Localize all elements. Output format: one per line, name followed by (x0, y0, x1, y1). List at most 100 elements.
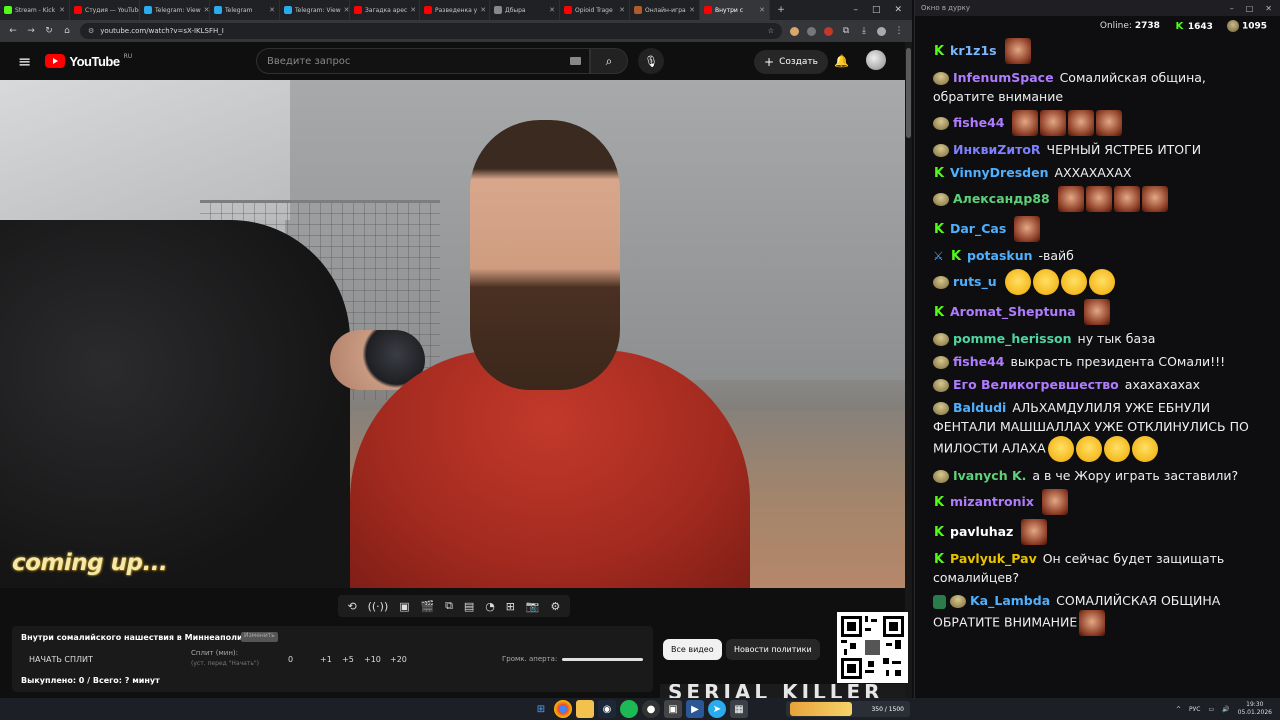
chat-username[interactable]: fishe44 (953, 115, 1004, 130)
browser-tab[interactable]: Студия — YouTube✕ (70, 0, 140, 20)
input-language[interactable]: РУС (1189, 706, 1200, 713)
chat-username[interactable]: Aromat_Sheptuna (950, 304, 1076, 319)
back-icon[interactable]: ← (8, 26, 18, 36)
youtube-logo[interactable]: YouTube RU (45, 53, 132, 69)
chat-username[interactable]: Ivanych K. (953, 468, 1026, 483)
tab-close-icon[interactable]: ✕ (204, 6, 209, 14)
chat-username[interactable]: Dar_Cas (950, 221, 1006, 236)
tray-chevron-icon[interactable]: ^ (1176, 706, 1181, 713)
chat-username[interactable]: Baldudi (953, 400, 1006, 415)
extension-icon[interactable] (824, 26, 833, 36)
chat-username[interactable]: Александр88 (953, 191, 1050, 206)
browser-tab[interactable]: Opioid Trage ✕ (560, 0, 630, 20)
browser-tab[interactable]: Дбыра ✕ (490, 0, 560, 20)
voice-search-button[interactable]: 🎙 (638, 48, 664, 74)
start-split-button[interactable]: НАЧАТЬ СПЛИТ (29, 655, 93, 664)
video-player[interactable]: coming up... (0, 80, 905, 588)
clock[interactable]: 19:30 05.01.2026 (1238, 701, 1272, 717)
reload-icon[interactable]: ↻ (44, 26, 54, 36)
browser-tab[interactable]: Telegram: View ✕ (280, 0, 350, 20)
file-explorer-icon[interactable] (576, 700, 594, 718)
chat-username[interactable]: Его Великогревшество (953, 377, 1119, 392)
page-scrollbar[interactable] (905, 42, 912, 698)
maximize-icon[interactable]: □ (872, 5, 881, 15)
media-player-icon[interactable]: ▶ (686, 700, 704, 718)
tab-close-icon[interactable]: ✕ (480, 6, 486, 14)
volume-icon[interactable]: 🔊 (1222, 706, 1229, 713)
tab-close-icon[interactable]: ✕ (689, 6, 695, 14)
telegram-icon[interactable]: ➤ (708, 700, 726, 718)
steam-icon[interactable]: ◉ (598, 700, 616, 718)
video-thumbnail[interactable]: SERIAL KILLER (660, 684, 905, 698)
search-input[interactable]: Введите запрос (256, 48, 590, 74)
chat-username[interactable]: Pavlyuk_Pav (950, 551, 1037, 566)
chat-username[interactable]: fishe44 (953, 354, 1004, 369)
bookmark-star-icon[interactable]: ☆ (768, 27, 774, 35)
camera-icon[interactable]: 📷 (526, 600, 540, 613)
chat-username[interactable]: VinnyDresden (950, 165, 1048, 180)
increment-button[interactable]: +1 (320, 655, 332, 664)
gear-icon[interactable]: ⚙ (551, 600, 561, 613)
browser-tab[interactable]: Разведенка у ✕ (420, 0, 490, 20)
increment-button[interactable]: +10 (364, 655, 381, 664)
new-tab-icon[interactable]: + (776, 5, 786, 15)
filmstrip-icon[interactable]: ▤ (464, 600, 474, 613)
keyboard-icon[interactable] (570, 57, 581, 65)
chat-username[interactable]: mizantronix (950, 494, 1034, 509)
browser-tab[interactable]: Онлайн-игра ✕ (630, 0, 700, 20)
avatar[interactable] (866, 50, 886, 70)
browser-tab[interactable]: Telegram ✕ (210, 0, 280, 20)
chat-username[interactable]: kr1z1s (950, 43, 997, 58)
url-field[interactable]: ⚙ youtube.com/watch?v=sX-IKLSFH_I ☆ (80, 23, 782, 39)
chip-all-videos[interactable]: Все видео (663, 639, 722, 660)
tab-close-icon[interactable]: ✕ (344, 6, 349, 14)
create-button[interactable]: + Создать (754, 50, 828, 74)
chrome-icon[interactable] (554, 700, 572, 718)
edit-badge[interactable]: Изменить (241, 632, 278, 642)
loop-icon[interactable]: ⟲ (347, 600, 356, 613)
picture-in-picture-icon[interactable]: ⧉ (445, 599, 453, 613)
search-button[interactable]: ⌕ (590, 48, 628, 74)
tab-close-icon[interactable]: ✕ (410, 6, 416, 14)
browser-tab[interactable]: Внутри с ✕ (700, 0, 770, 20)
broadcast-icon[interactable]: ((·)) (368, 600, 389, 613)
chat-username[interactable]: InfenumSpace (953, 70, 1054, 85)
tray-widget[interactable]: 350 / 1500 (786, 701, 910, 717)
minimize-icon[interactable]: – (1230, 4, 1234, 13)
add-screen-icon[interactable]: ⊞ (506, 600, 515, 613)
speedometer-icon[interactable]: ◔ (485, 600, 495, 613)
menu-kebab-icon[interactable]: ⋮ (894, 26, 904, 36)
windows-start-icon[interactable]: ⊞ (532, 700, 550, 718)
record-icon[interactable]: ▣ (399, 600, 409, 613)
spotify-icon[interactable] (620, 700, 638, 718)
chat-username[interactable]: pavluhaz (950, 524, 1013, 539)
tab-close-icon[interactable]: ✕ (619, 6, 625, 14)
scrollbar-thumb[interactable] (906, 48, 911, 138)
site-info-icon[interactable]: ⚙ (88, 27, 94, 35)
close-window-icon[interactable]: ✕ (894, 5, 902, 15)
close-window-icon[interactable]: ✕ (1265, 4, 1272, 13)
home-icon[interactable]: ⌂ (62, 26, 72, 36)
tab-close-icon[interactable]: ✕ (759, 6, 765, 14)
download-icon[interactable]: ⤓ (859, 26, 869, 36)
network-icon[interactable]: ▭ (1208, 706, 1214, 713)
volume-slider[interactable] (562, 658, 643, 661)
minimize-icon[interactable]: – (853, 5, 858, 15)
increment-button[interactable]: +20 (390, 655, 407, 664)
split-minutes-value[interactable]: 0 (288, 655, 293, 664)
browser-tab[interactable]: Загадка арес ✕ (350, 0, 420, 20)
tab-close-icon[interactable]: ✕ (59, 6, 65, 14)
tab-close-icon[interactable]: ✕ (549, 6, 555, 14)
clapperboard-icon[interactable]: 🎬 (421, 600, 435, 613)
app-icon[interactable]: ▦ (730, 700, 748, 718)
increment-button[interactable]: +5 (342, 655, 354, 664)
browser-tab[interactable]: Telegram: View ✕ (140, 0, 210, 20)
chat-message-list[interactable]: kr1z1s InfenumSpaceСомалийская община, об… (915, 36, 1275, 688)
tab-close-icon[interactable]: ✕ (269, 6, 275, 14)
chat-username[interactable]: potaskun (967, 248, 1033, 263)
extensions-puzzle-icon[interactable]: ⧉ (841, 26, 851, 36)
chat-username[interactable]: pomme_herisson (953, 331, 1072, 346)
profile-icon[interactable] (877, 26, 886, 36)
hamburger-menu-icon[interactable]: ≡ (18, 52, 31, 71)
app-icon[interactable]: ▣ (664, 700, 682, 718)
